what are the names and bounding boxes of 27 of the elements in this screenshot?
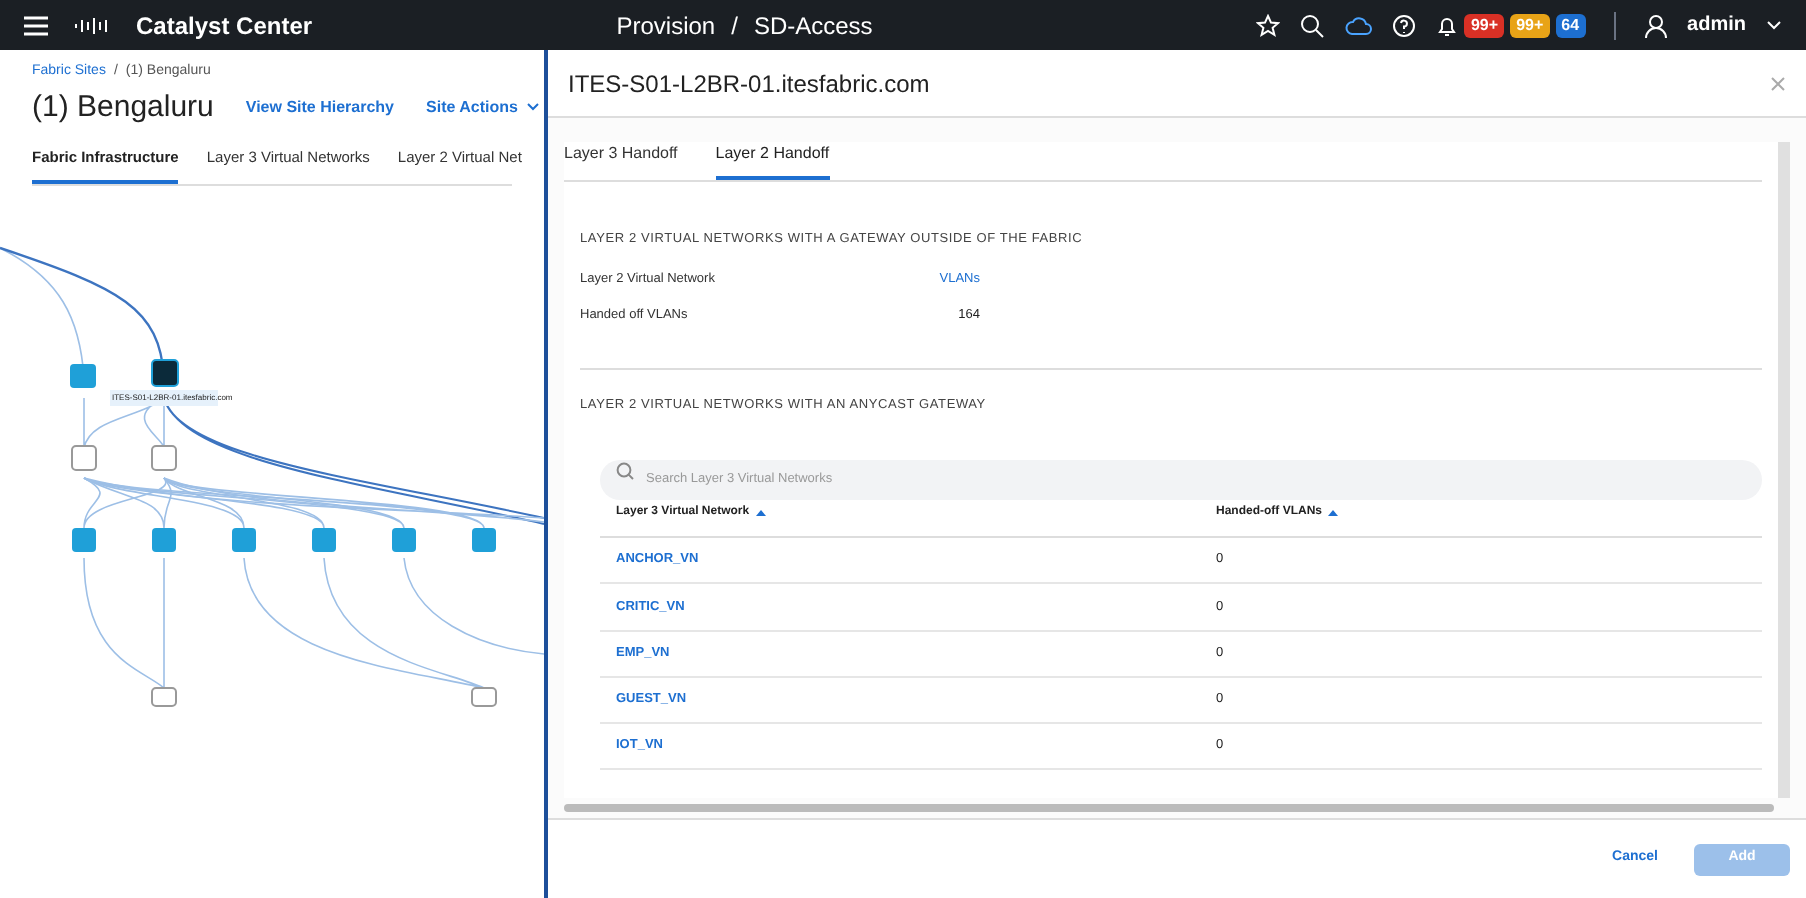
product-name: Catalyst Center [136, 9, 313, 43]
view-hierarchy-link[interactable]: View Site Hierarchy [245, 95, 395, 120]
help-icon[interactable] [1392, 13, 1417, 37]
logo-icon [72, 15, 112, 35]
sort-icon[interactable] [1328, 510, 1338, 516]
panel-tab[interactable]: Layer 2 Handoff [715, 142, 830, 180]
breadcrumb-separator: / [731, 9, 738, 43]
panel-title: ITES-S01-L2BR-01.itesfabric.com [568, 67, 930, 101]
panel-tab[interactable]: Layer 3 Handoff [564, 142, 678, 180]
notification-badge[interactable]: 99+ [1464, 13, 1505, 37]
search-icon [616, 461, 634, 479]
cloud-icon[interactable] [1344, 13, 1373, 37]
horizontal-scrollbar[interactable] [564, 804, 1774, 812]
user-icon[interactable] [1643, 13, 1668, 37]
user-name[interactable]: admin [1687, 10, 1746, 40]
chevron-down-icon[interactable] [1766, 19, 1782, 31]
star-icon[interactable] [1256, 13, 1281, 37]
sort-icon[interactable] [755, 510, 766, 516]
bell-icon[interactable] [1436, 13, 1459, 37]
site-actions-menu[interactable]: Site Actions [426, 95, 540, 120]
chevron-down-icon [525, 102, 540, 113]
page-title: Provision [616, 9, 716, 43]
notification-badge[interactable]: 64 [1555, 13, 1586, 37]
page-title: SD-Access [753, 9, 873, 43]
site-title: (1) Bengaluru [32, 87, 214, 127]
menu-icon[interactable] [24, 15, 48, 35]
search-icon[interactable] [1300, 13, 1325, 37]
